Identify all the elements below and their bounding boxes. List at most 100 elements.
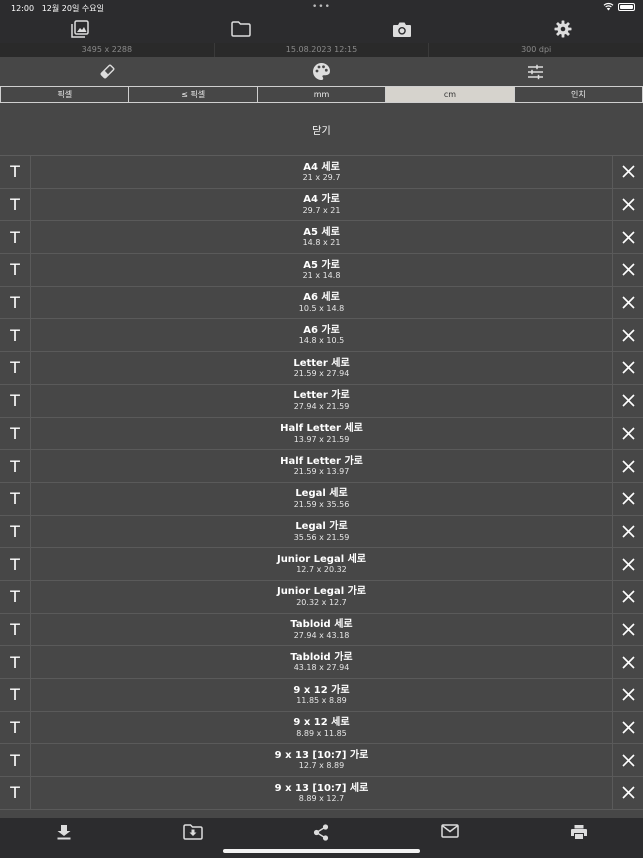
text-edit-icon[interactable]: T — [0, 646, 31, 678]
text-edit-icon[interactable]: T — [0, 417, 31, 450]
text-edit-icon[interactable]: T — [0, 352, 31, 384]
delete-preset-button[interactable] — [612, 515, 643, 548]
text-edit-icon[interactable]: T — [0, 744, 31, 777]
text-edit-icon[interactable]: T — [0, 548, 31, 580]
preset-row[interactable]: T Tabloid 가로 43.18 x 27.94 — [0, 646, 643, 679]
preset-item[interactable]: Tabloid 세로 27.94 x 43.18 — [31, 619, 612, 640]
delete-preset-button[interactable] — [612, 580, 643, 613]
save-button[interactable] — [0, 818, 129, 858]
delete-preset-button[interactable] — [612, 221, 643, 254]
preset-row[interactable]: T9 x 12 세로 8.89 x 11.85 — [0, 711, 643, 745]
preset-item[interactable]: A4 가로 29.7 x 21 — [31, 194, 612, 215]
delete-preset-button[interactable] — [612, 450, 643, 482]
text-edit-icon[interactable]: T — [0, 188, 31, 221]
preset-row[interactable]: T A6 가로 14.8 x 10.5 — [0, 319, 643, 353]
preset-item[interactable]: Tabloid 가로 43.18 x 27.94 — [31, 652, 612, 673]
delete-preset-button[interactable] — [612, 286, 643, 319]
preset-row[interactable]: T Half Letter 가로 21.59 x 13.97 — [0, 450, 643, 483]
preset-row[interactable]: T A4 세로 21 x 29.7 — [0, 156, 643, 189]
unit-option-mm[interactable]: mm — [258, 87, 387, 102]
delete-preset-button[interactable] — [612, 319, 643, 352]
unit-option-cm[interactable]: cm — [386, 87, 515, 102]
image-dpi: 300 dpi — [521, 45, 552, 54]
camera-button[interactable] — [322, 15, 483, 43]
preset-row[interactable]: T A5 세로 14.8 x 21 — [0, 221, 643, 255]
preset-row[interactable]: T Legal 가로 35.56 x 21.59 — [0, 515, 643, 549]
text-edit-icon[interactable]: T — [0, 482, 31, 515]
preset-row[interactable]: T Letter 세로 21.59 x 27.94 — [0, 352, 643, 385]
delete-preset-button[interactable] — [612, 744, 643, 777]
delete-preset-button[interactable] — [612, 482, 643, 515]
delete-preset-button[interactable] — [612, 646, 643, 678]
multitasking-dots[interactable]: ••• — [312, 2, 331, 12]
delete-preset-button[interactable] — [612, 156, 643, 188]
folder-button[interactable] — [161, 15, 322, 43]
delete-preset-button[interactable] — [612, 777, 643, 809]
preset-item[interactable]: 9 x 13 [10:7] 세로 8.89 x 12.7 — [31, 783, 612, 804]
text-edit-icon[interactable]: T — [0, 221, 31, 254]
preset-item[interactable]: A6 가로 14.8 x 10.5 — [31, 325, 612, 346]
preset-item[interactable]: Legal 가로 35.56 x 21.59 — [31, 521, 612, 542]
unit-option-inch[interactable]: 인치 — [515, 87, 642, 102]
preset-item[interactable]: A6 세로 10.5 x 14.8 — [31, 292, 612, 313]
print-button[interactable] — [514, 818, 643, 858]
unit-option-pixels[interactable]: 픽셀 — [1, 87, 130, 102]
preset-item[interactable]: 9 x 13 [10:7] 가로 12.7 x 8.89 — [31, 750, 612, 771]
preset-item[interactable]: A5 세로 14.8 x 21 — [31, 227, 612, 248]
text-edit-icon[interactable]: T — [0, 319, 31, 352]
preset-row[interactable]: T9 x 12 가로 11.85 x 8.89 — [0, 679, 643, 712]
preset-row[interactable]: T9 x 13 [10:7] 세로 8.89 x 12.7 — [0, 777, 643, 810]
delete-preset-button[interactable] — [612, 679, 643, 711]
preset-item[interactable]: Junior Legal 가로 20.32 x 12.7 — [31, 586, 612, 607]
preset-row[interactable]: T A6 세로 10.5 x 14.8 — [0, 286, 643, 320]
unit-option-max-pixels[interactable]: ≤ 픽셀 — [129, 87, 258, 102]
preset-row[interactable]: T A5 가로 21 x 14.8 — [0, 254, 643, 287]
text-edit-icon[interactable]: T — [0, 450, 31, 482]
adjustments-button[interactable] — [429, 57, 643, 86]
delete-preset-button[interactable] — [612, 417, 643, 450]
preset-item[interactable]: Letter 세로 21.59 x 27.94 — [31, 358, 612, 379]
text-edit-icon[interactable]: T — [0, 254, 31, 286]
preset-item[interactable]: Legal 세로 21.59 x 35.56 — [31, 488, 612, 509]
status-bar: 12:00 12월 20일 수요일 ••• — [0, 0, 643, 15]
photo-library-button[interactable] — [0, 15, 161, 43]
home-indicator[interactable] — [223, 849, 420, 853]
preset-row[interactable]: T A4 가로 29.7 x 21 — [0, 188, 643, 222]
delete-preset-button[interactable] — [612, 548, 643, 580]
preset-row[interactable]: T Junior Legal 세로 12.7 x 20.32 — [0, 548, 643, 581]
preset-item[interactable]: Letter 가로 27.94 x 21.59 — [31, 390, 612, 411]
delete-preset-button[interactable] — [612, 613, 643, 646]
preset-row[interactable]: T Tabloid 세로 27.94 x 43.18 — [0, 613, 643, 647]
text-edit-icon[interactable]: T — [0, 777, 31, 809]
text-edit-icon[interactable]: T — [0, 679, 31, 711]
delete-preset-button[interactable] — [612, 384, 643, 417]
preset-row[interactable]: T Half Letter 세로 13.97 x 21.59 — [0, 417, 643, 451]
text-edit-icon[interactable]: T — [0, 711, 31, 744]
delete-preset-button[interactable] — [612, 352, 643, 384]
delete-preset-button[interactable] — [612, 711, 643, 744]
preset-item[interactable]: 9 x 12 세로 8.89 x 11.85 — [31, 717, 612, 738]
preset-item[interactable]: A5 가로 21 x 14.8 — [31, 260, 612, 281]
preset-item[interactable]: Half Letter 세로 13.97 x 21.59 — [31, 423, 612, 444]
close-button[interactable]: 닫기 — [0, 103, 643, 156]
delete-preset-button[interactable] — [612, 254, 643, 286]
text-edit-icon[interactable]: T — [0, 613, 31, 646]
preset-row[interactable]: T Junior Legal 가로 20.32 x 12.7 — [0, 580, 643, 614]
preset-item[interactable]: A4 세로 21 x 29.7 — [31, 162, 612, 183]
preset-row[interactable]: T Legal 세로 21.59 x 35.56 — [0, 482, 643, 516]
preset-item[interactable]: Half Letter 가로 21.59 x 13.97 — [31, 456, 612, 477]
preset-row[interactable]: T Letter 가로 27.94 x 21.59 — [0, 384, 643, 418]
text-edit-icon[interactable]: T — [0, 286, 31, 319]
close-icon — [621, 231, 635, 244]
text-edit-icon[interactable]: T — [0, 384, 31, 417]
eraser-button[interactable] — [0, 57, 214, 86]
preset-item[interactable]: Junior Legal 세로 12.7 x 20.32 — [31, 554, 612, 575]
preset-item[interactable]: 9 x 12 가로 11.85 x 8.89 — [31, 685, 612, 706]
settings-button[interactable] — [482, 15, 643, 43]
text-edit-icon[interactable]: T — [0, 156, 31, 188]
text-edit-icon[interactable]: T — [0, 515, 31, 548]
preset-row[interactable]: T9 x 13 [10:7] 가로 12.7 x 8.89 — [0, 744, 643, 778]
palette-button[interactable] — [214, 57, 428, 86]
text-edit-icon[interactable]: T — [0, 580, 31, 613]
delete-preset-button[interactable] — [612, 188, 643, 221]
